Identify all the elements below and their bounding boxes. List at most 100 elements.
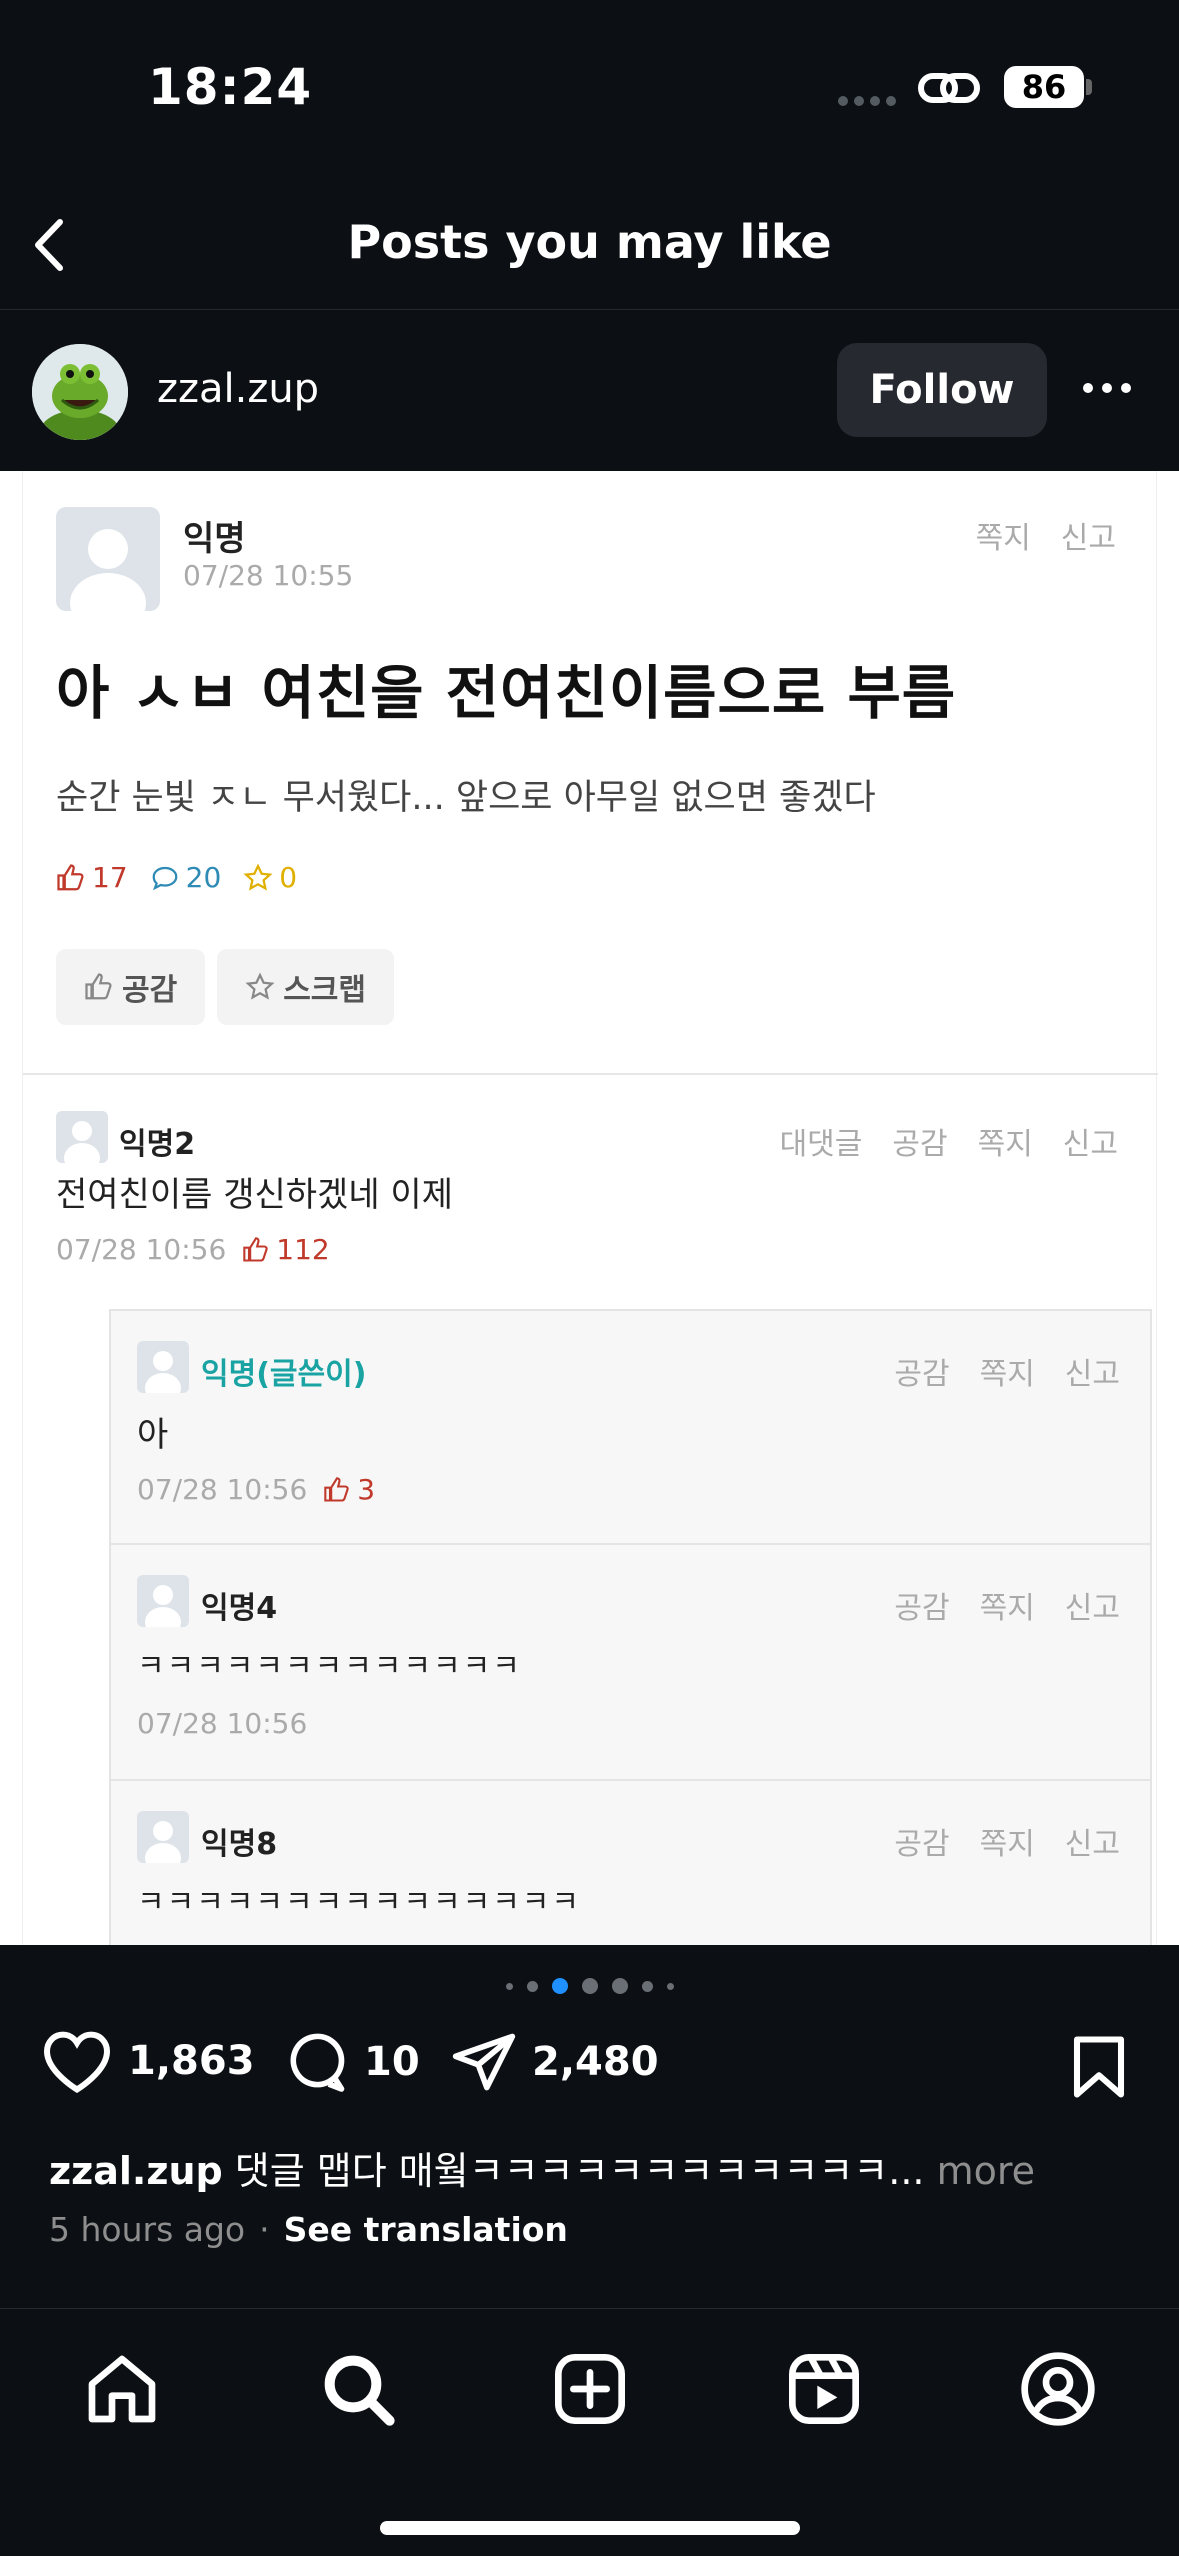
pager-dot [526, 1980, 538, 1992]
comment-avatar [56, 1111, 108, 1163]
scrap-count: 0 [279, 861, 298, 894]
thumbs-up-icon [324, 1476, 349, 1502]
reply-action-message: 쪽지 [979, 1591, 1035, 1626]
see-translation-link[interactable]: See translation [284, 2210, 568, 2249]
comment-actions: 대댓글 공감 쪽지 신고 [780, 1119, 1118, 1163]
comment-icon [152, 866, 178, 890]
comment-action-like: 공감 [892, 1127, 948, 1162]
post-body: 순간 눈빛 ㅈㄴ 무서웠다... 앞으로 아무일 없으면 좋겠다 [56, 778, 876, 818]
reply-actions: 공감 쪽지 신고 [894, 1819, 1120, 1863]
heart-icon[interactable] [40, 2028, 114, 2094]
post-action-report: 신고 [1060, 521, 1116, 556]
post-stats: 17 20 0 [56, 861, 297, 894]
meta-separator: · [259, 2210, 270, 2249]
reply-actions: 공감 쪽지 신고 [894, 1349, 1120, 1393]
reply-action-message: 쪽지 [979, 1357, 1035, 1392]
tab-bar [0, 2308, 1179, 2556]
home-icon[interactable] [82, 2349, 162, 2429]
pager-dot [505, 1982, 513, 1990]
comment-count: 20 [185, 861, 222, 894]
reply-item: 익명(글쓴이) 공감 쪽지 신고 아 07/28 10:56 3 [109, 1309, 1152, 1545]
caption-more-link[interactable]: more [924, 2149, 1035, 2193]
comment-like-count: 112 [276, 1233, 330, 1266]
avatar[interactable] [32, 344, 128, 440]
likes-count: 1,863 [128, 2038, 255, 2084]
battery-icon: 86 [1004, 66, 1084, 108]
post-title: 아 ㅅㅂ 여친을 전여친이름으로 부름 [56, 659, 957, 727]
engagement-row: 1,863 10 2,480 [0, 2028, 1179, 2118]
reply-action-report: 신고 [1064, 1357, 1120, 1392]
page-title: Posts you may like [347, 215, 832, 269]
like-button-label: 공감 [122, 973, 178, 1008]
more-options-icon[interactable] [1083, 373, 1143, 403]
search-icon[interactable] [318, 2349, 398, 2429]
reply-action-report: 신고 [1064, 1591, 1120, 1626]
reply-author: 익명8 [201, 1827, 278, 1862]
caption-text: 댓글 맵다 매웤ㅋㅋㅋㅋㅋㅋㅋㅋㅋㅋㅋㅋ... [222, 2149, 925, 2193]
follow-button[interactable]: Follow [837, 343, 1047, 437]
post-button-row: 공감 스크랩 [56, 949, 395, 1025]
status-time: 18:24 [148, 58, 313, 116]
reply-text: ㅋㅋㅋㅋㅋㅋㅋㅋㅋㅋㅋㅋㅋ [137, 1649, 522, 1684]
caption-username[interactable]: zzal.zup [49, 2149, 223, 2193]
like-stat: 17 [56, 861, 128, 894]
pager-dot [641, 1980, 653, 1992]
reply-actions: 공감 쪽지 신고 [894, 1583, 1120, 1627]
account-username[interactable]: zzal.zup [157, 366, 319, 412]
reply-likes: 3 [323, 1473, 375, 1506]
like-action[interactable]: 1,863 [40, 2028, 255, 2094]
reply-avatar [137, 1575, 189, 1627]
shares-count: 2,480 [532, 2039, 659, 2085]
carousel-indicator [0, 1978, 1179, 1994]
time-ago: 5 hours ago [49, 2210, 246, 2249]
comment-likes: 112 [242, 1233, 330, 1266]
pager-dot-active [551, 1978, 568, 1994]
home-indicator [380, 2521, 800, 2535]
nav-header: Posts you may like [0, 175, 1179, 310]
comment-item: 익명2 대댓글 공감 쪽지 신고 전여친이름 갱신하겠네 이제 07/28 10… [23, 1111, 1158, 1281]
reels-icon[interactable] [784, 2349, 864, 2429]
reply-like-count: 3 [357, 1473, 376, 1506]
battery-tip [1086, 79, 1092, 95]
create-icon[interactable] [550, 2349, 630, 2429]
comment-action-message: 쪽지 [977, 1127, 1033, 1162]
pager-dot [581, 1978, 598, 1994]
star-icon [245, 972, 275, 1000]
comment-text: 전여친이름 갱신하겠네 이제 [56, 1175, 453, 1215]
bookmark-icon[interactable] [1068, 2034, 1130, 2100]
account-row: zzal.zup Follow [0, 311, 1179, 471]
divider [23, 1073, 1158, 1075]
signal-icon [838, 96, 896, 106]
reply-text: 아 [137, 1415, 169, 1455]
share-action[interactable]: 2,480 [450, 2028, 659, 2096]
thumbs-up-icon [85, 973, 112, 1000]
pager-dot [666, 1982, 674, 1990]
reply-action-like: 공감 [894, 1591, 950, 1626]
profile-icon[interactable] [1018, 2349, 1098, 2429]
comment-author: 익명2 [119, 1127, 196, 1162]
comment-date: 07/28 10:56 [56, 1233, 227, 1266]
post-meta: 5 hours ago · See translation [49, 2210, 568, 2249]
star-icon [243, 863, 273, 891]
post-actions: 쪽지 신고 [976, 513, 1116, 557]
scrap-stat: 0 [243, 861, 297, 894]
reply-item: 익명8 공감 쪽지 신고 ㅋㅋㅋㅋㅋㅋㅋㅋㅋㅋㅋㅋㅋㅋㅋ [109, 1781, 1152, 1945]
comment-action-report: 신고 [1062, 1127, 1118, 1162]
reply-text: ㅋㅋㅋㅋㅋㅋㅋㅋㅋㅋㅋㅋㅋㅋㅋ [137, 1885, 581, 1920]
comment-action[interactable]: 10 [282, 2028, 420, 2096]
reply-meta: 07/28 10:56 3 [137, 1473, 375, 1506]
send-icon[interactable] [450, 2028, 518, 2096]
post-image[interactable]: 익명 07/28 10:55 쪽지 신고 아 ㅅㅂ 여친을 전여친이름으로 부름… [0, 471, 1179, 1945]
reply-avatar [137, 1341, 189, 1393]
link-icon [918, 73, 980, 103]
post-author-avatar [56, 507, 160, 611]
reply-action-report: 신고 [1064, 1827, 1120, 1862]
reply-meta: 07/28 10:56 [137, 1707, 307, 1740]
post-author-name: 익명 [183, 519, 246, 559]
reply-avatar [137, 1811, 189, 1863]
caption: zzal.zup 댓글 맵다 매웤ㅋㅋㅋㅋㅋㅋㅋㅋㅋㅋㅋㅋ... more [49, 2140, 1035, 2195]
reply-date: 07/28 10:56 [137, 1707, 308, 1740]
reply-date: 07/28 10:56 [137, 1473, 308, 1506]
scrap-button-label: 스크랩 [283, 973, 367, 1008]
comment-icon[interactable] [282, 2028, 350, 2096]
